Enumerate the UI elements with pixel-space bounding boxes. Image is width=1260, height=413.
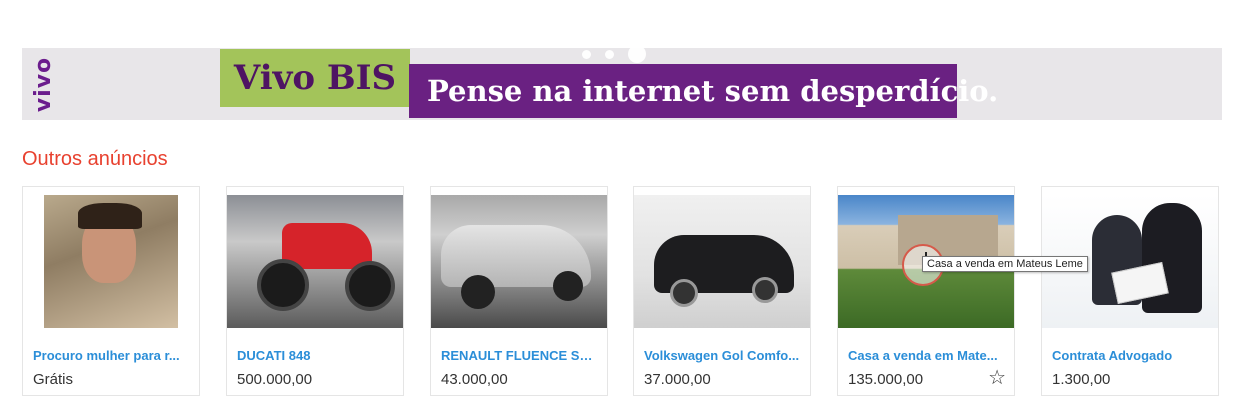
listing-photo[interactable] <box>227 195 403 328</box>
listing-photo[interactable] <box>431 195 607 328</box>
listing-price: Grátis <box>33 371 74 388</box>
banner-product: Vivo BIS <box>233 58 397 98</box>
vivo-bis-box: Vivo BIS <box>220 49 410 107</box>
hatchback-image <box>634 195 810 328</box>
listing-title[interactable]: Volkswagen Gol Comfo... <box>644 348 802 363</box>
carousel-dot-3-active[interactable] <box>628 45 646 63</box>
listing-card[interactable]: Contrata Advogado 1.300,00 <box>1041 186 1219 396</box>
listing-card[interactable]: Procuro mulher para r... Grátis <box>22 186 200 396</box>
listing-price: 500.000,00 <box>237 371 313 388</box>
listing-price: 1.300,00 <box>1052 371 1111 388</box>
banner-slogan-box: Pense na internet sem desperdício. <box>409 64 998 118</box>
vivo-logo: vivo <box>28 48 60 120</box>
carousel-dots <box>582 43 646 65</box>
listing-photo[interactable] <box>23 195 199 328</box>
listing-price: 135.000,00 <box>848 371 924 388</box>
banner-slogan: Pense na internet sem desperdício. <box>427 74 999 108</box>
star-outline-icon[interactable]: ☆ <box>988 368 1006 388</box>
listing-title[interactable]: RENAULT FLUENCE Sed... <box>441 348 599 363</box>
listing-card[interactable]: RENAULT FLUENCE Sed... 43.000,00 <box>430 186 608 396</box>
carousel-dot-1[interactable] <box>582 49 591 59</box>
tooltip: Casa a venda em Mateus Leme <box>922 256 1088 272</box>
carousel-dot-2[interactable] <box>605 49 614 59</box>
listing-card[interactable]: Volkswagen Gol Comfo... 37.000,00 <box>633 186 811 396</box>
vivo-logo-text: vivo <box>31 56 57 112</box>
man-portrait-image <box>44 195 178 328</box>
listing-card[interactable]: DUCATI 848 500.000,00 <box>226 186 404 396</box>
listing-card[interactable]: Casa a venda em Mate... 135.000,00 ☆ <box>837 186 1015 396</box>
listing-price: 43.000,00 <box>441 371 508 388</box>
listing-title[interactable]: Contrata Advogado <box>1052 348 1210 363</box>
listing-price: 37.000,00 <box>644 371 711 388</box>
listing-title[interactable]: Procuro mulher para r... <box>33 348 191 363</box>
motorcycle-image <box>227 195 403 328</box>
listing-photo[interactable] <box>634 195 810 328</box>
sedan-image <box>431 195 607 328</box>
listing-title[interactable]: DUCATI 848 <box>237 348 395 363</box>
listing-title[interactable]: Casa a venda em Mate... <box>848 348 1006 363</box>
section-title: Outros anúncios <box>22 148 168 170</box>
